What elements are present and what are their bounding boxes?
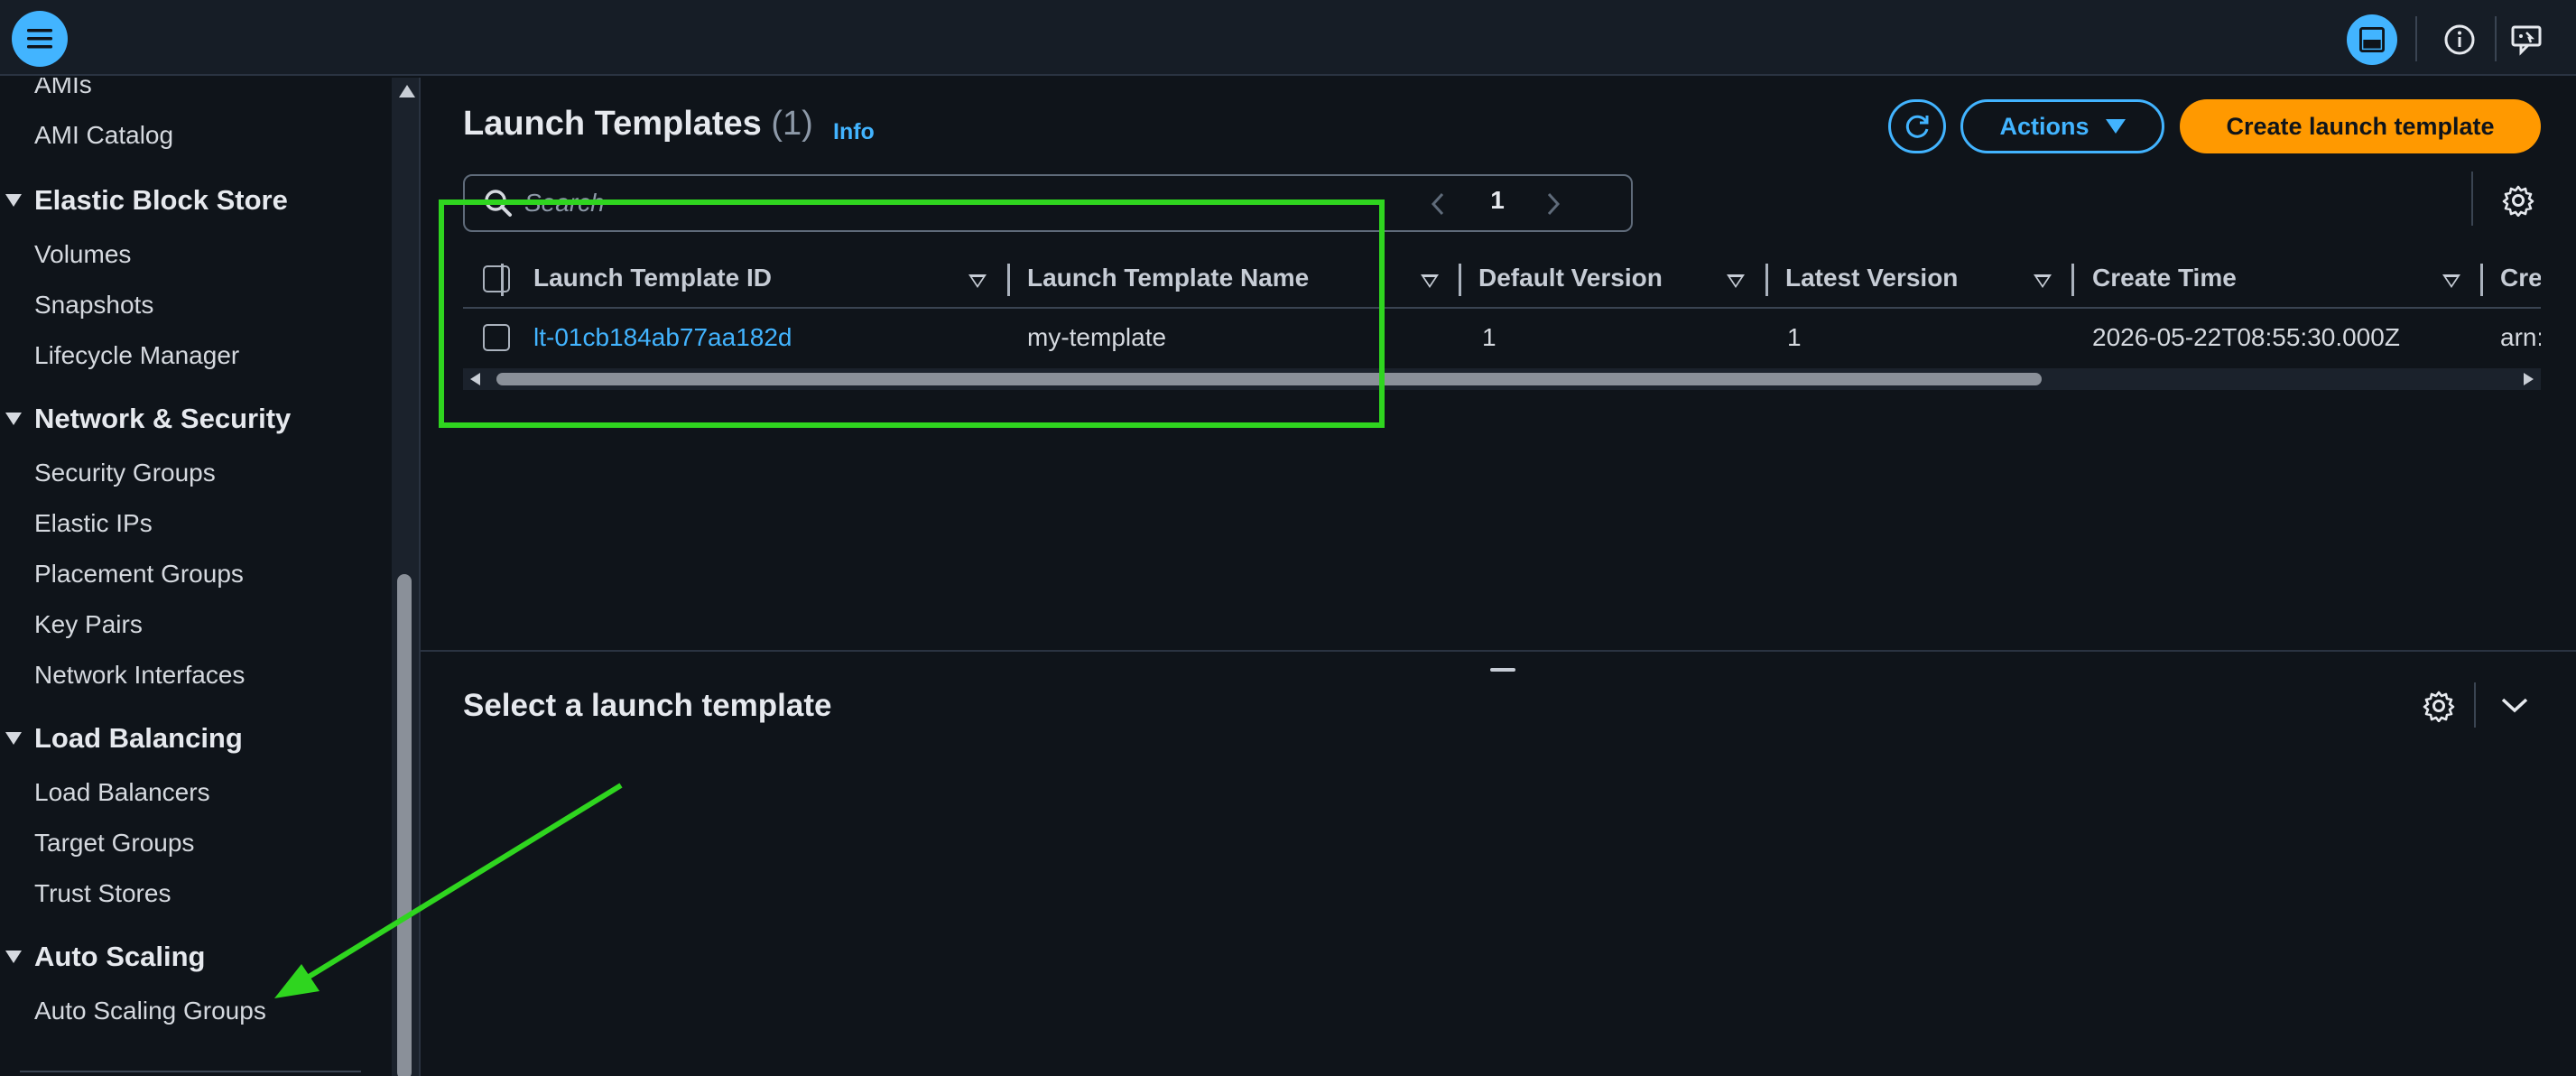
sidebar-item-elastic-ips[interactable]: Elastic IPs (34, 509, 153, 538)
expand-triangle-icon (5, 951, 22, 963)
sidebar-item-placement-groups[interactable]: Placement Groups (34, 560, 244, 589)
created-by-cell: arn:av (2500, 323, 2541, 351)
latest-version-cell: 1 (1787, 323, 1802, 351)
page-title: Launch Templates (1) (463, 105, 813, 144)
side-navigation: AMIs AMI Catalog Elastic Block Store Vol… (0, 78, 421, 1076)
expand-triangle-icon (5, 413, 22, 425)
split-panel-divider (2474, 682, 2476, 728)
table-header-divider (463, 307, 2541, 309)
refresh-button[interactable] (1888, 99, 1946, 153)
caret-down-icon (2105, 119, 2126, 134)
main-content: Launch Templates (1) Info Actions Create… (421, 78, 2576, 1076)
top-navigation-bar (0, 0, 2576, 76)
column-separator (501, 264, 504, 296)
sidebar-section-label: Elastic Block Store (34, 184, 288, 216)
column-header-launch-template-name[interactable]: Launch Template Name (1027, 251, 1309, 305)
sidebar-item-auto-scaling-groups[interactable]: Auto Scaling Groups (34, 997, 266, 1025)
select-all-checkbox[interactable] (483, 265, 510, 292)
horizontal-scroll-thumb[interactable] (496, 373, 2042, 385)
sidebar-section-elastic-block-store[interactable]: Elastic Block Store (0, 184, 288, 217)
sort-icon[interactable] (2034, 274, 2052, 288)
gear-icon (2502, 185, 2534, 217)
collapse-split-panel-button[interactable] (2493, 684, 2536, 728)
expand-triangle-icon (5, 194, 22, 207)
actions-dropdown-button[interactable]: Actions (1960, 99, 2164, 153)
sidebar-scrollbar[interactable] (392, 78, 419, 1076)
sidebar-scroll-thumb[interactable] (397, 574, 412, 1076)
sidebar-item-lifecycle-manager[interactable]: Lifecycle Manager (34, 341, 239, 370)
topbar-divider (2495, 16, 2497, 61)
sidebar-section-network-security[interactable]: Network & Security (0, 403, 291, 435)
column-header-launch-template-id[interactable]: Launch Template ID (533, 251, 772, 305)
sidebar-item-load-balancers[interactable]: Load Balancers (34, 778, 210, 807)
table-horizontal-scrollbar[interactable] (463, 368, 2541, 390)
chevron-down-icon (2501, 698, 2528, 713)
info-link[interactable]: Info (833, 119, 875, 145)
topbar-divider (2415, 16, 2417, 61)
refresh-icon (1905, 115, 1929, 138)
sidebar-item-security-groups[interactable]: Security Groups (34, 459, 216, 487)
chevron-left-icon (1431, 192, 1444, 216)
column-separator[interactable] (2480, 264, 2483, 296)
sidebar-section-auto-scaling[interactable]: Auto Scaling (0, 941, 205, 973)
create-launch-template-button[interactable]: Create launch template (2180, 99, 2541, 153)
launch-template-id-link[interactable]: lt-01cb184ab77aa182d (533, 311, 792, 365)
page-title-text: Launch Templates (463, 105, 762, 143)
split-panel-title: Select a launch template (463, 688, 832, 723)
sidebar-item-key-pairs[interactable]: Key Pairs (34, 610, 143, 639)
sidebar-item-trust-stores[interactable]: Trust Stores (34, 879, 171, 908)
sidebar-section-label: Network & Security (34, 403, 292, 434)
create-time-cell: 2026-05-22T08:55:30.000Z (2092, 323, 2400, 351)
expand-triangle-icon (5, 732, 22, 745)
column-separator[interactable] (1007, 264, 1010, 296)
hamburger-menu-icon[interactable] (12, 11, 68, 67)
column-separator[interactable] (2071, 264, 2074, 296)
sidebar-item-amis[interactable]: AMIs (34, 78, 92, 99)
column-header-create-time[interactable]: Create Time (2092, 251, 2237, 305)
sidebar-section-load-balancing[interactable]: Load Balancing (0, 722, 243, 755)
gear-icon (2423, 691, 2455, 722)
sidebar-item-volumes[interactable]: Volumes (34, 240, 131, 269)
split-panel-icon[interactable] (2347, 14, 2397, 65)
column-separator[interactable] (1459, 264, 1461, 296)
previous-page-button[interactable] (1422, 184, 1454, 224)
pagination-divider (2471, 172, 2473, 226)
sort-icon[interactable] (2442, 274, 2460, 288)
actions-label: Actions (1999, 112, 2090, 140)
sidebar-divider (20, 1071, 361, 1072)
split-panel-resize-handle[interactable] (1490, 668, 1515, 672)
search-field[interactable] (463, 174, 1633, 232)
default-version-cell: 1 (1482, 323, 1496, 351)
scroll-up-arrow-icon[interactable] (399, 85, 415, 97)
sidebar-item-snapshots[interactable]: Snapshots (34, 291, 153, 320)
column-header-default-version[interactable]: Default Version (1478, 251, 1663, 305)
search-icon (485, 190, 512, 217)
column-header-created-by[interactable]: Creat (2500, 251, 2541, 305)
sidebar-item-ami-catalog[interactable]: AMI Catalog (34, 121, 173, 150)
launch-templates-table: Launch Template ID Launch Template Name … (463, 251, 2541, 395)
current-page-number[interactable]: 1 (1479, 186, 1515, 215)
split-panel-border (421, 650, 2576, 652)
column-separator[interactable] (1765, 264, 1768, 296)
sidebar-section-label: Load Balancing (34, 722, 243, 754)
launch-template-name-cell: my-template (1027, 323, 1167, 351)
sort-icon[interactable] (1421, 274, 1439, 288)
info-icon[interactable] (2434, 14, 2485, 65)
column-header-latest-version[interactable]: Latest Version (1785, 251, 1958, 305)
scroll-left-arrow-icon[interactable] (470, 373, 480, 385)
sidebar-section-label: Auto Scaling (34, 941, 206, 972)
table-preferences-button[interactable] (2497, 179, 2540, 222)
feedback-icon[interactable] (2502, 14, 2553, 65)
row-checkbox[interactable] (483, 324, 510, 351)
sidebar-item-target-groups[interactable]: Target Groups (34, 829, 194, 858)
chevron-right-icon (1547, 192, 1561, 216)
sidebar-item-network-interfaces[interactable]: Network Interfaces (34, 661, 245, 690)
scroll-right-arrow-icon[interactable] (2524, 373, 2534, 385)
sort-icon[interactable] (1727, 274, 1745, 288)
page-title-count: (1) (771, 105, 813, 143)
split-panel-preferences-button[interactable] (2417, 684, 2460, 728)
sort-icon[interactable] (968, 274, 987, 288)
next-page-button[interactable] (1537, 184, 1570, 224)
